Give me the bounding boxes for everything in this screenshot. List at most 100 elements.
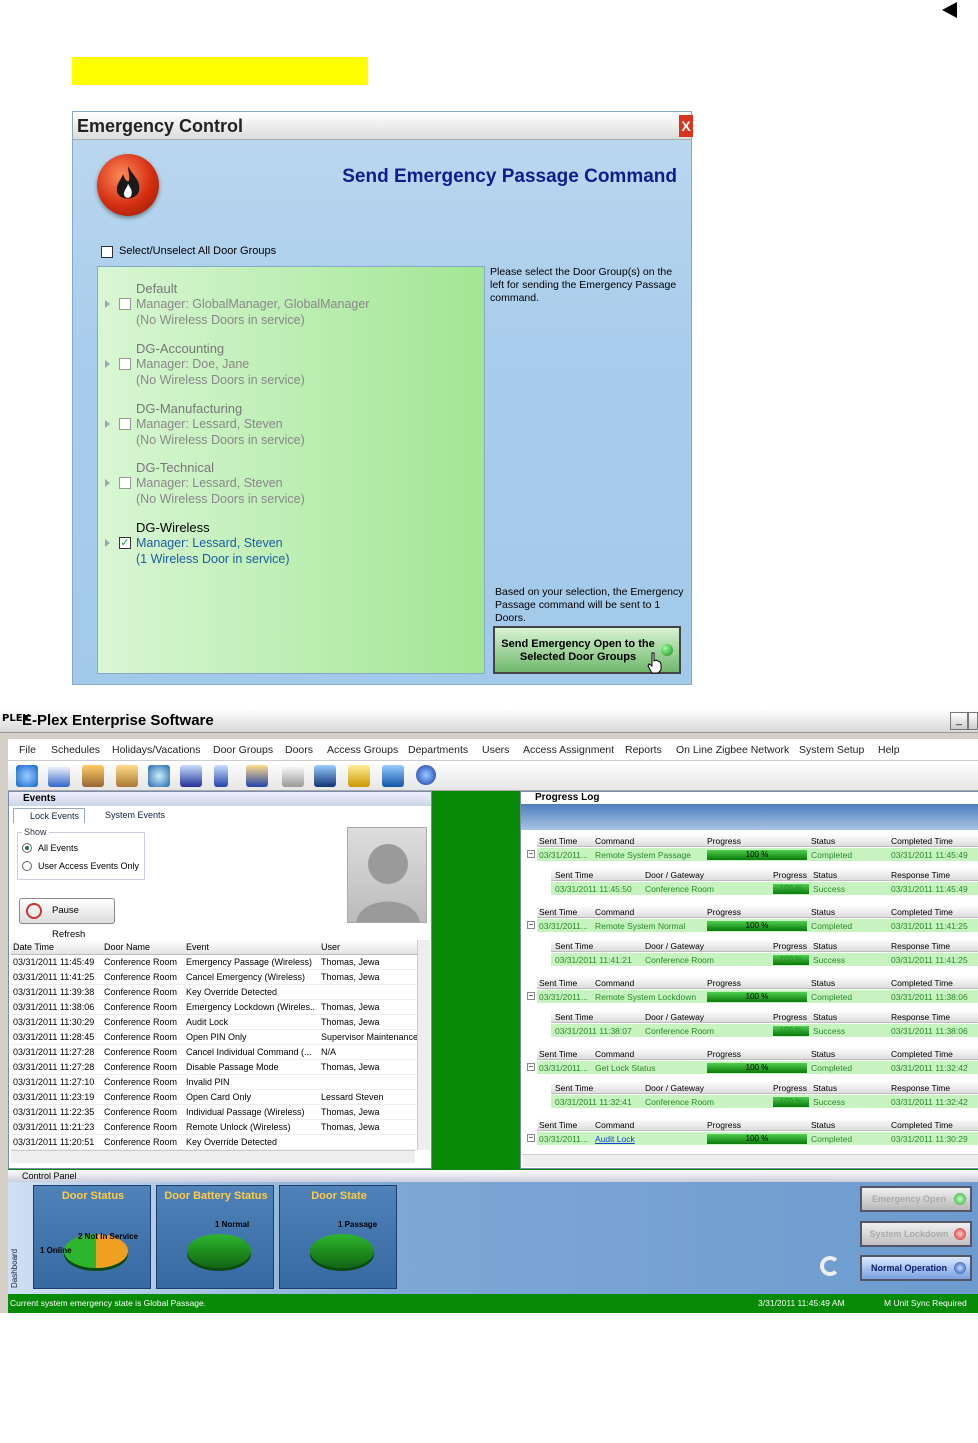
col-date-time[interactable]: Date Time (13, 942, 101, 952)
door-group-item[interactable]: Default Manager: GlobalManager, GlobalMa… (98, 272, 486, 332)
door-group-checkbox[interactable] (119, 358, 131, 370)
door-group-item[interactable]: DG-Accounting Manager: Doe, Jane (No Wir… (98, 332, 486, 392)
reports-icon[interactable] (282, 765, 304, 787)
pause-refresh-button[interactable]: Pause Refresh (19, 898, 115, 940)
departments-icon[interactable] (180, 765, 202, 787)
door-group-checkbox-checked[interactable]: ✓ (119, 537, 131, 549)
door-group-manager: Manager: GlobalManager, GlobalManager (136, 297, 370, 311)
tab-dashboard[interactable]: Dashboard (10, 1232, 24, 1288)
collapse-icon[interactable]: − (527, 992, 535, 1000)
menu-departments[interactable]: Departments (408, 744, 468, 756)
sub-row[interactable]: 03/31/2011 11:45:50 Conference Room 100 % S… (551, 882, 978, 895)
access-assignment-icon[interactable] (246, 765, 268, 787)
door-group-item[interactable]: DG-Manufacturing Manager: Lessard, Steve… (98, 392, 486, 452)
usb-icon[interactable] (382, 765, 404, 787)
menu-help[interactable]: Help (878, 744, 900, 756)
collapse-icon[interactable]: − (527, 850, 535, 858)
collapse-icon[interactable]: − (527, 921, 535, 929)
door-group-checkbox[interactable] (119, 418, 131, 430)
progress-row[interactable]: 03/31/2011... Remote System Passage 100 % C… (537, 848, 978, 861)
table-row[interactable]: 03/31/2011 11:30:29 Conference Room Audit … (11, 1015, 417, 1030)
expand-arrow-icon[interactable] (105, 360, 110, 368)
expand-arrow-icon[interactable] (105, 300, 110, 308)
door-group-service: (No Wireless Doors in service) (136, 313, 305, 327)
radio-all-events[interactable] (22, 843, 32, 853)
menu-users[interactable]: Users (482, 744, 509, 756)
tab-system-events[interactable]: System Events (89, 808, 171, 823)
menu-system-setup[interactable]: System Setup (799, 744, 864, 756)
progress-row[interactable]: 03/31/2011... Remote System Lockdown 100 %… (537, 990, 978, 1003)
col-door-name[interactable]: Door Name (104, 942, 182, 952)
door-icon[interactable] (116, 765, 138, 787)
column-header: Progress (707, 907, 742, 917)
maximize-icon[interactable] (968, 712, 978, 730)
progress-row[interactable]: 03/31/2011... Get Lock Status 100 % Complet… (537, 1061, 978, 1074)
normal-operation-button[interactable]: Normal Operation (860, 1255, 972, 1281)
collapse-icon[interactable]: − (527, 1134, 535, 1142)
menu-zigbee[interactable]: On Line Zigbee Network (676, 744, 789, 756)
table-row[interactable]: 03/31/2011 11:20:51 Conference Room Key Ov… (11, 1135, 417, 1150)
cell-command[interactable]: Get Lock Status (595, 1063, 655, 1073)
cell-command[interactable]: Audit Lock (595, 1134, 635, 1144)
door-groups-icon[interactable] (82, 765, 104, 787)
door-group-service: (1 Wireless Door in service) (136, 552, 290, 566)
collapse-icon[interactable]: − (527, 1063, 535, 1071)
menu-reports[interactable]: Reports (625, 744, 662, 756)
emergency-open-button[interactable]: Emergency Open (860, 1186, 972, 1212)
door-group-checkbox[interactable] (119, 477, 131, 489)
menu-access-assignment[interactable]: Access Assignment (523, 744, 614, 756)
hand-cursor-icon (647, 652, 662, 674)
cell-sent: 03/31/2011... (539, 1134, 588, 1144)
cell-command[interactable]: Remote System Normal (595, 921, 685, 931)
expand-arrow-icon[interactable] (105, 539, 110, 547)
table-row[interactable]: 03/31/2011 11:22:35 Conference Room Indivi… (11, 1105, 417, 1120)
sub-row[interactable]: 03/31/2011 11:38:07 Conference Room 100 % S… (551, 1024, 978, 1037)
access-group-icon[interactable] (148, 765, 170, 787)
progress-row[interactable]: 03/31/2011... Remote System Normal 100 % Co… (537, 919, 978, 932)
system-lockdown-button[interactable]: System Lockdown (860, 1221, 972, 1247)
menu-access-groups[interactable]: Access Groups (327, 744, 398, 756)
col-event[interactable]: Event (186, 942, 316, 952)
table-row[interactable]: 03/31/2011 11:28:45 Conference Room Open P… (11, 1030, 417, 1045)
help-icon[interactable] (416, 765, 436, 785)
col-user[interactable]: User (321, 942, 417, 952)
table-row[interactable]: 03/31/2011 11:41:25 Conference Room Cancel… (11, 970, 417, 985)
user-icon[interactable] (214, 765, 228, 787)
menu-doors[interactable]: Doors (285, 744, 313, 756)
expand-arrow-icon[interactable] (105, 479, 110, 487)
door-group-item[interactable]: ✓ DG-Wireless Manager: Lessard, Steven (… (98, 511, 486, 571)
sub-row[interactable]: 03/31/2011 11:41:21 Conference Room 100 % S… (551, 953, 978, 966)
table-row[interactable]: 03/31/2011 11:23:19 Conference Room Open C… (11, 1090, 417, 1105)
table-row[interactable]: 03/31/2011 11:38:06 Conference Room Emerge… (11, 1000, 417, 1015)
select-all-checkbox[interactable] (101, 246, 113, 258)
minimize-icon[interactable]: _ (950, 712, 968, 730)
cell-command[interactable]: Remote System Passage (595, 850, 691, 860)
sub-row[interactable]: 03/31/2011 11:32:41 Conference Room 100 % S… (551, 1095, 978, 1108)
table-row[interactable]: 03/31/2011 11:39:38 Conference Room Key Ov… (11, 985, 417, 1000)
radio-user-access[interactable] (22, 861, 32, 871)
monitor-icon[interactable] (314, 765, 336, 787)
menu-schedules[interactable]: Schedules (51, 744, 100, 756)
calendar-icon[interactable] (48, 765, 70, 787)
menu-holidays[interactable]: Holidays/Vacations (112, 744, 201, 756)
table-row[interactable]: 03/31/2011 11:21:23 Conference Room Remote… (11, 1120, 417, 1135)
vertical-scrollbar[interactable] (417, 940, 430, 1150)
close-icon[interactable]: X (679, 115, 693, 137)
progress-row[interactable]: 03/31/2011... Audit Lock 100 % Completed 03/… (537, 1132, 978, 1145)
expand-arrow-icon[interactable] (105, 420, 110, 428)
table-row[interactable]: 03/31/2011 11:27:28 Conference Room Cancel… (11, 1045, 417, 1060)
table-row[interactable]: 03/31/2011 11:27:28 Conference Room Disabl… (11, 1060, 417, 1075)
table-row[interactable]: 03/31/2011 11:45:49 Conference Room Emerge… (11, 955, 417, 970)
menu-file[interactable]: File (19, 744, 36, 756)
door-group-checkbox[interactable] (119, 298, 131, 310)
menu-door-groups[interactable]: Door Groups (213, 744, 273, 756)
clock-icon[interactable] (16, 765, 38, 787)
horizontal-scrollbar[interactable] (11, 1150, 415, 1163)
tab-lock-events[interactable]: Lock Events (13, 808, 85, 823)
back-arrow-icon[interactable] (942, 2, 957, 18)
table-row[interactable]: 03/31/2011 11:27:10 Conference Room Invali… (11, 1075, 417, 1090)
door-group-item[interactable]: DG-Technical Manager: Lessard, Steven (N… (98, 451, 486, 511)
cell-command[interactable]: Remote System Lockdown (595, 992, 696, 1002)
horizontal-scrollbar[interactable] (523, 1154, 978, 1167)
keys-icon[interactable] (348, 765, 370, 787)
